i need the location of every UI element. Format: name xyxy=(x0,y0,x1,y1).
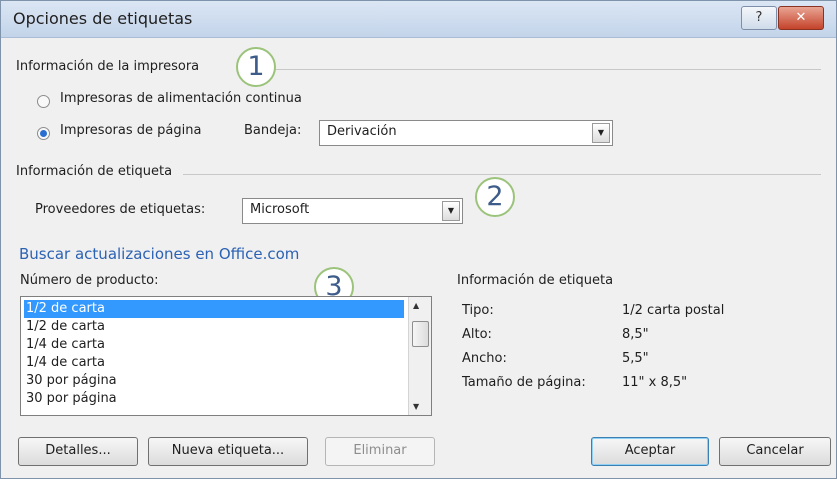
product-number-label: Número de producto: xyxy=(20,273,159,288)
callout-1: 1 xyxy=(236,47,276,87)
details-title: Información de etiqueta xyxy=(457,273,614,288)
ok-button[interactable]: Aceptar xyxy=(591,437,709,466)
list-item[interactable]: 1/2 de carta xyxy=(24,300,404,318)
detail-key-type: Tipo: xyxy=(462,303,494,318)
continuous-printer-label[interactable]: Impresoras de alimentación continua xyxy=(60,91,302,106)
dialog-title: Opciones de etiquetas xyxy=(13,9,193,28)
list-item[interactable]: 1/4 de carta xyxy=(24,354,404,372)
continuous-printer-radio[interactable] xyxy=(37,95,50,108)
detail-value-height: 8,5" xyxy=(622,327,649,342)
printer-info-separator xyxy=(241,69,821,70)
delete-button[interactable]: Eliminar xyxy=(325,437,435,466)
vendor-value: Microsoft xyxy=(250,202,310,217)
detail-value-page-size: 11" x 8,5" xyxy=(622,375,688,390)
detail-key-page-size: Tamaño de página: xyxy=(462,375,586,390)
list-item[interactable]: 1/4 de carta xyxy=(24,336,404,354)
printer-info-label: Información de la impresora xyxy=(16,59,200,74)
label-info-label: Información de etiqueta xyxy=(16,164,173,179)
callout-2: 2 xyxy=(475,177,515,217)
page-printer-label[interactable]: Impresoras de página xyxy=(60,123,201,138)
page-printer-radio[interactable] xyxy=(37,127,50,140)
title-bar: Opciones de etiquetas ? ✕ xyxy=(1,1,836,38)
list-scrollbar[interactable]: ▲ ▼ xyxy=(408,297,431,415)
list-item[interactable]: 30 por página xyxy=(24,390,404,408)
product-listbox[interactable]: 1/2 de carta 1/2 de carta 1/4 de carta 1… xyxy=(20,296,432,416)
scrollbar-thumb[interactable] xyxy=(412,321,429,347)
vendor-label: Proveedores de etiquetas: xyxy=(35,202,206,217)
scroll-down-icon[interactable]: ▼ xyxy=(413,402,419,411)
dropdown-arrow-icon[interactable]: ▼ xyxy=(592,123,610,143)
detail-key-height: Alto: xyxy=(462,327,492,342)
vendor-dropdown[interactable]: Microsoft ▼ xyxy=(242,198,463,224)
close-button[interactable]: ✕ xyxy=(778,6,824,30)
help-button[interactable]: ? xyxy=(741,6,777,30)
dropdown-arrow-icon[interactable]: ▼ xyxy=(442,201,460,221)
detail-value-width: 5,5" xyxy=(622,351,649,366)
list-item[interactable]: 1/2 de carta xyxy=(24,318,404,336)
tray-dropdown[interactable]: Derivación ▼ xyxy=(319,120,613,146)
label-options-dialog: Opciones de etiquetas ? ✕ Información de… xyxy=(0,0,837,479)
list-item[interactable]: 30 por página xyxy=(24,372,404,390)
detail-key-width: Ancho: xyxy=(462,351,507,366)
details-button[interactable]: Detalles... xyxy=(18,437,138,466)
office-update-link[interactable]: Buscar actualizaciones en Office.com xyxy=(19,245,299,263)
tray-label: Bandeja: xyxy=(244,123,302,138)
tray-value: Derivación xyxy=(327,124,397,139)
scroll-up-icon[interactable]: ▲ xyxy=(413,301,419,310)
label-info-separator xyxy=(183,174,821,175)
detail-value-type: 1/2 carta postal xyxy=(622,303,725,318)
new-label-button[interactable]: Nueva etiqueta... xyxy=(148,437,308,466)
cancel-button[interactable]: Cancelar xyxy=(719,437,831,466)
